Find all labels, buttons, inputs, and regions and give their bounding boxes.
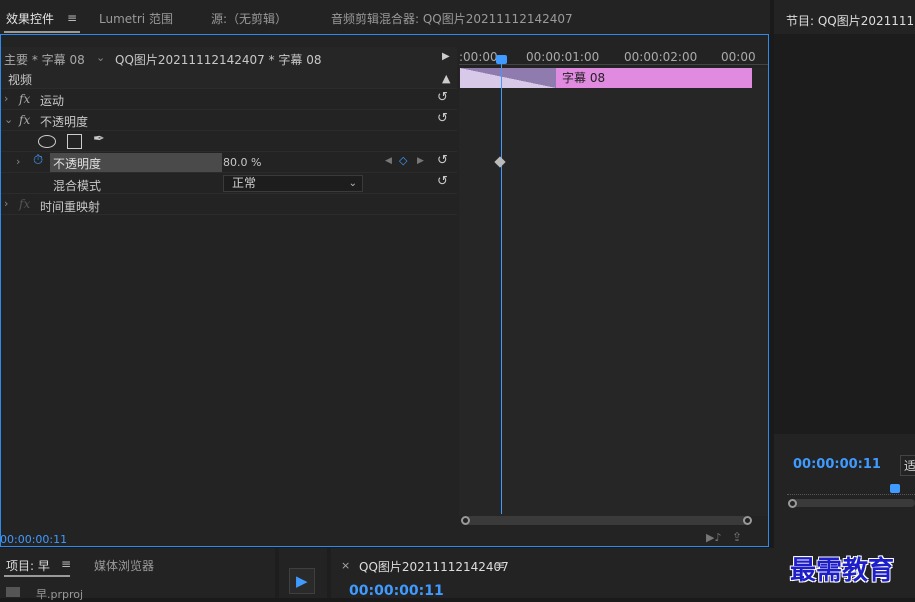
tab-audio-clip-mixer[interactable]: 音频剪辑混合器: QQ图片20211112142407 bbox=[331, 10, 573, 27]
reset-icon[interactable]: ↺ bbox=[437, 174, 448, 189]
video-section-label: 视频 bbox=[8, 73, 33, 87]
blend-mode-select[interactable]: 正常 ⌄ bbox=[223, 175, 363, 192]
effect-row-time-remapping[interactable]: › fx 时间重映射 bbox=[1, 194, 457, 215]
project-file-name[interactable]: 早.prproj bbox=[36, 586, 83, 602]
reset-icon[interactable]: ↺ bbox=[437, 111, 448, 126]
playhead-line[interactable] bbox=[501, 56, 502, 514]
blend-mode-label: 混合模式 bbox=[53, 179, 102, 193]
expand-chevron-icon[interactable]: › bbox=[4, 197, 8, 210]
blend-mode-value: 正常 bbox=[232, 176, 257, 190]
mask-tools-row: ✒ bbox=[1, 131, 457, 152]
fit-dropdown[interactable]: 适 bbox=[900, 455, 915, 476]
folder-icon bbox=[6, 587, 20, 597]
reset-icon[interactable]: ↺ bbox=[437, 153, 448, 168]
param-row-blend-mode: 混合模式 正常 ⌄ ↺ bbox=[1, 173, 457, 194]
zoom-handle-left[interactable] bbox=[461, 516, 470, 525]
ruler-tick-label: 00:00:02:00 bbox=[624, 50, 698, 64]
reset-icon[interactable]: ↺ bbox=[437, 90, 448, 105]
tab-lumetri-scopes[interactable]: Lumetri 范围 bbox=[99, 10, 173, 27]
audio-only-icon[interactable]: ▶♪ bbox=[706, 531, 721, 544]
effect-label-time-remapping: 时间重映射 bbox=[40, 200, 101, 214]
tab-source[interactable]: 源:（无剪辑） bbox=[211, 10, 287, 27]
effect-label-opacity: 不透明度 bbox=[40, 115, 89, 129]
program-title[interactable]: 节目: QQ图片20211112 bbox=[786, 12, 915, 29]
tab-media-browser[interactable]: 媒体浏览器 bbox=[94, 557, 154, 574]
selection-tool-button[interactable]: ▶ bbox=[289, 568, 315, 594]
playhead-handle[interactable] bbox=[496, 55, 507, 64]
tab-project[interactable]: 项目: 早 bbox=[6, 557, 50, 574]
ruler-tick-label: 00:00 bbox=[721, 50, 756, 64]
tools-panel: ▶ bbox=[279, 548, 327, 598]
ec-timecode[interactable]: 00:00:00:11 bbox=[0, 533, 67, 546]
zoom-handle-right[interactable] bbox=[743, 516, 752, 525]
expand-chevron-icon[interactable]: › bbox=[4, 92, 8, 105]
transition-clip[interactable] bbox=[460, 68, 556, 88]
watermark-logo-text: 最需教育 bbox=[790, 556, 895, 586]
add-keyframe-icon[interactable]: ◇ bbox=[399, 154, 407, 167]
sequence-clip-label[interactable]: QQ图片20211112142407 * 字幕 08 bbox=[115, 51, 322, 68]
master-clip-label[interactable]: 主要 * 字幕 08 bbox=[4, 51, 85, 68]
effect-row-motion[interactable]: › fx 运动 ↺ bbox=[1, 89, 457, 110]
program-viewport[interactable] bbox=[774, 34, 915, 434]
tab-effect-controls[interactable]: 效果控件 bbox=[6, 10, 54, 27]
ellipse-mask-icon[interactable] bbox=[38, 135, 56, 148]
active-tab-underline bbox=[4, 31, 80, 33]
rectangle-mask-icon[interactable] bbox=[67, 134, 82, 149]
timeline-zoom-scrollbar[interactable] bbox=[461, 516, 752, 525]
param-row-opacity: › ⏱ 不透明度 80.0 % ◀ ◇ ▶ ↺ bbox=[1, 152, 457, 173]
ruler-tick-label: :00:00 bbox=[459, 50, 498, 64]
active-tab-underline bbox=[4, 575, 70, 577]
panel-menu-icon[interactable]: ≡ bbox=[495, 558, 505, 572]
sequence-timecode[interactable]: 00:00:00:11 bbox=[349, 583, 444, 599]
program-playhead-icon[interactable] bbox=[890, 484, 900, 493]
effect-label-motion: 运动 bbox=[40, 94, 65, 108]
param-label-opacity: 不透明度 bbox=[53, 157, 102, 171]
fx-icon[interactable]: fx bbox=[19, 113, 30, 127]
fx-icon-disabled: fx bbox=[19, 197, 31, 211]
ec-timeline bbox=[459, 46, 768, 516]
program-scrollbar[interactable] bbox=[788, 499, 915, 507]
panel-menu-icon[interactable]: ≡ bbox=[67, 11, 77, 25]
pen-mask-icon[interactable]: ✒ bbox=[93, 131, 105, 147]
selection-arrow-icon: ▶ bbox=[296, 572, 308, 590]
prev-keyframe-icon[interactable]: ◀ bbox=[385, 156, 392, 166]
collapse-chevron-icon[interactable]: ⌄ bbox=[4, 113, 13, 126]
next-keyframe-icon[interactable]: ▶ bbox=[417, 156, 424, 166]
chevron-down-icon: ⌄ bbox=[348, 178, 357, 189]
program-timecode[interactable]: 00:00:00:11 bbox=[793, 457, 881, 472]
project-panel: 项目: 早 ≡ 媒体浏览器 早.prproj bbox=[0, 548, 275, 601]
stopwatch-icon[interactable]: ⏱ bbox=[33, 153, 43, 168]
effect-panel-tabbar: 效果控件 ≡ Lumetri 范围 源:（无剪辑） 音频剪辑混合器: QQ图片2… bbox=[0, 0, 770, 34]
play-triangle-icon[interactable]: ▶ bbox=[442, 51, 450, 62]
collapse-up-icon[interactable]: ▲ bbox=[442, 72, 450, 85]
close-icon[interactable]: × bbox=[341, 559, 350, 572]
ruler-tick-label: 00:00:01:00 bbox=[526, 50, 600, 64]
chevron-down-icon[interactable]: ⌄ bbox=[96, 51, 105, 64]
video-section-header: 视频 ▲ bbox=[1, 68, 457, 89]
effect-row-opacity[interactable]: ⌄ fx 不透明度 ↺ bbox=[1, 110, 457, 131]
tab-sequence[interactable]: QQ图片20211112142407 bbox=[359, 558, 509, 575]
clip-header: 主要 * 字幕 08 ⌄ QQ图片20211112142407 * 字幕 08 bbox=[1, 47, 457, 68]
export-frame-icon[interactable]: ⇪ bbox=[732, 530, 742, 544]
program-zoom-handle[interactable] bbox=[788, 499, 797, 508]
panel-menu-icon[interactable]: ≡ bbox=[61, 557, 71, 571]
clip-subtitle-08[interactable]: 字幕 08 bbox=[556, 68, 752, 88]
expand-chevron-icon[interactable]: › bbox=[16, 155, 20, 168]
fx-icon[interactable]: fx bbox=[19, 92, 30, 106]
opacity-value[interactable]: 80.0 % bbox=[223, 156, 261, 169]
